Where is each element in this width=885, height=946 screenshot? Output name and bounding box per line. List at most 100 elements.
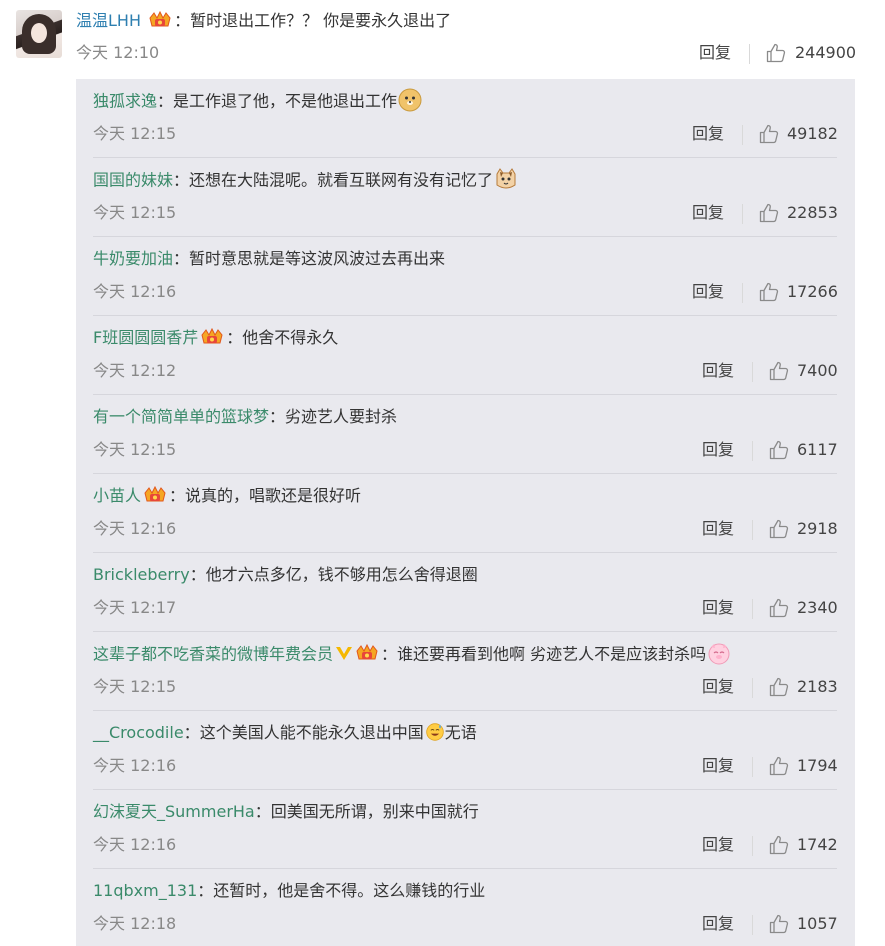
reply-username[interactable]: 牛奶要加油 bbox=[93, 249, 173, 268]
thumbs-up-icon[interactable] bbox=[759, 282, 779, 302]
crown-badge-icon bbox=[356, 643, 378, 660]
reply-username[interactable]: 11qbxm_131 bbox=[93, 881, 197, 900]
reply-text: 劣迹艺人要封杀 bbox=[285, 407, 398, 426]
reply-content: 牛奶要加油：暂时意思就是等这波风波过去再出来 bbox=[93, 249, 446, 268]
reply-item: 幻沫夏天_SummerHa：回美国无所谓，别来中国就行 今天 12:16 回复 174… bbox=[76, 790, 855, 869]
reply-username[interactable]: Brickleberry bbox=[93, 565, 190, 584]
reply-time: 今天 12:16 bbox=[93, 835, 177, 854]
divider bbox=[749, 44, 750, 64]
crown-badge-icon bbox=[144, 485, 166, 501]
reply-time: 今天 12:17 bbox=[93, 598, 177, 617]
thumbs-up-icon[interactable] bbox=[769, 835, 789, 855]
thumbs-up-icon[interactable] bbox=[769, 440, 789, 460]
reply-username[interactable]: 这辈子都不吃香菜的微博年费会员 bbox=[93, 645, 333, 664]
reply-content: 小苗人 ：说真的，唱歌还是很好听 bbox=[93, 485, 362, 505]
comment-time: 今天 12:10 bbox=[76, 43, 160, 62]
reply-button[interactable]: 回复 bbox=[692, 123, 724, 145]
reply-time: 今天 12:18 bbox=[93, 914, 177, 933]
reply-time: 今天 12:15 bbox=[93, 440, 177, 459]
reply-button[interactable]: 回复 bbox=[702, 834, 734, 856]
reply-username[interactable]: 有一个简简单单的篮球梦 bbox=[93, 407, 269, 426]
thumbs-up-icon[interactable] bbox=[769, 519, 789, 539]
thumbs-up-icon[interactable] bbox=[759, 124, 779, 144]
comment-content: 温温LHH ：暂时退出工作？？ 你是要永久退出了 bbox=[76, 10, 452, 30]
comment-username[interactable]: 温温LHH bbox=[76, 11, 141, 30]
thumbs-up-icon[interactable] bbox=[759, 203, 779, 223]
reply-button[interactable]: 回复 bbox=[692, 281, 724, 303]
reply-button[interactable]: 回复 bbox=[702, 597, 734, 619]
reply-username[interactable]: F班圆圆圆香芹 bbox=[93, 328, 198, 347]
divider bbox=[752, 915, 753, 935]
reply-item: 国国的妹妹：还想在大陆混呢。就看互联网有没有记忆了 今天 12:15 回复 22853 bbox=[76, 158, 855, 237]
thumbs-up-icon[interactable] bbox=[769, 598, 789, 618]
reply-text: 他舍不得永久 bbox=[242, 328, 339, 347]
thumbs-up-icon[interactable] bbox=[769, 361, 789, 381]
reply-username[interactable]: 独孤求逸 bbox=[93, 92, 157, 111]
divider bbox=[752, 836, 753, 856]
reply-text: 谁还要再看到他啊 劣迹艺人不是应该封杀吗 bbox=[397, 644, 707, 664]
reply-button[interactable]: 回复 bbox=[702, 439, 734, 461]
reply-username[interactable]: 国国的妹妹 bbox=[93, 171, 173, 190]
reply-content: 幻沫夏天_SummerHa：回美国无所谓，别来中国就行 bbox=[93, 802, 479, 821]
main-comment: 温温LHH ：暂时退出工作？？ 你是要永久退出了 今天 12:10 回复 244… bbox=[0, 0, 885, 78]
divider bbox=[752, 362, 753, 382]
reply-item: 独孤求逸：是工作退了他，不是他退出工作今天 12:15 回复 49182 bbox=[76, 79, 855, 158]
like-count: 244900 bbox=[795, 43, 857, 62]
pig-emoji-icon bbox=[708, 643, 730, 665]
reply-content: 11qbxm_131：还暂时，他是舍不得。这么赚钱的行业 bbox=[93, 881, 486, 900]
reply-content: Brickleberry：他才六点多亿，钱不够用怎么舍得退圈 bbox=[93, 565, 478, 584]
thumbs-up-icon[interactable] bbox=[769, 914, 789, 934]
divider bbox=[742, 204, 743, 224]
thumbs-up-icon[interactable] bbox=[766, 43, 786, 63]
reply-item: F班圆圆圆香芹 ：他舍不得永久 今天 12:12 回复 7400 bbox=[76, 316, 855, 395]
reply-username[interactable]: 幻沫夏天_SummerHa bbox=[93, 802, 255, 821]
reply-text: 还暂时，他是舍不得。这么赚钱的行业 bbox=[213, 881, 486, 900]
doge-emoji-icon bbox=[398, 88, 422, 112]
reply-time: 今天 12:16 bbox=[93, 756, 177, 775]
like-count: 1057 bbox=[797, 914, 838, 933]
divider bbox=[752, 441, 753, 461]
reply-text: 说真的，唱歌还是很好听 bbox=[185, 486, 362, 505]
reply-item: 11qbxm_131：还暂时，他是舍不得。这么赚钱的行业 今天 12:18 回复 10… bbox=[76, 869, 855, 946]
cat-emoji-icon bbox=[496, 168, 516, 189]
reply-button[interactable]: 回复 bbox=[702, 676, 734, 698]
reply-username[interactable]: 小苗人 bbox=[93, 486, 141, 505]
reply-content: 独孤求逸：是工作退了他，不是他退出工作 bbox=[93, 88, 422, 114]
reply-text: 他才六点多亿，钱不够用怎么舍得退圈 bbox=[205, 565, 478, 584]
reply-item: 小苗人 ：说真的，唱歌还是很好听 今天 12:16 回复 2918 bbox=[76, 474, 855, 553]
avatar[interactable] bbox=[16, 10, 62, 58]
reply-button[interactable]: 回复 bbox=[692, 202, 724, 224]
reply-time: 今天 12:15 bbox=[93, 124, 177, 143]
reply-content: 有一个简简单单的篮球梦：劣迹艺人要封杀 bbox=[93, 407, 398, 426]
divider bbox=[752, 678, 753, 698]
reply-content: 国国的妹妹：还想在大陆混呢。就看互联网有没有记忆了 bbox=[93, 168, 518, 193]
like-count: 6117 bbox=[797, 440, 838, 459]
reply-content: 这辈子都不吃香菜的微博年费会员 ：谁还要再看到他啊 劣迹艺人不是应该封杀吗 bbox=[93, 643, 731, 667]
reply-text: 这个美国人能不能永久退出中国 bbox=[199, 723, 424, 742]
crown-badge-icon bbox=[149, 10, 171, 26]
reply-text: 是工作退了他，不是他退出工作 bbox=[173, 91, 398, 111]
reply-text-after: 无语 bbox=[444, 723, 477, 742]
thumbs-up-icon[interactable] bbox=[769, 756, 789, 776]
reply-button[interactable]: 回复 bbox=[699, 42, 731, 64]
thumbs-up-icon[interactable] bbox=[769, 677, 789, 697]
like-count: 22853 bbox=[787, 203, 838, 222]
like-count: 49182 bbox=[787, 124, 838, 143]
reply-time: 今天 12:16 bbox=[93, 282, 177, 301]
reply-time: 今天 12:15 bbox=[93, 677, 177, 696]
reply-item: 有一个简简单单的篮球梦：劣迹艺人要封杀 今天 12:15 回复 6117 bbox=[76, 395, 855, 474]
reply-button[interactable]: 回复 bbox=[702, 913, 734, 935]
reply-button[interactable]: 回复 bbox=[702, 360, 734, 382]
vip-icon bbox=[336, 647, 353, 660]
divider bbox=[742, 283, 743, 303]
reply-text: 还想在大陆混呢。就看互联网有没有记忆了 bbox=[189, 170, 494, 190]
divider bbox=[752, 520, 753, 540]
reply-button[interactable]: 回复 bbox=[702, 755, 734, 777]
reply-button[interactable]: 回复 bbox=[702, 518, 734, 540]
reply-username[interactable]: __Crocodile bbox=[93, 723, 184, 742]
reply-content: F班圆圆圆香芹 ：他舍不得永久 bbox=[93, 327, 339, 347]
divider bbox=[752, 757, 753, 777]
reply-item: __Crocodile：这个美国人能不能永久退出中国 无语 今天 12:16 回复 17… bbox=[76, 711, 855, 790]
reply-list: 独孤求逸：是工作退了他，不是他退出工作今天 12:15 回复 49182 国国的妹妹：… bbox=[76, 79, 855, 946]
reply-text: 回美国无所谓，别来中国就行 bbox=[270, 802, 479, 821]
